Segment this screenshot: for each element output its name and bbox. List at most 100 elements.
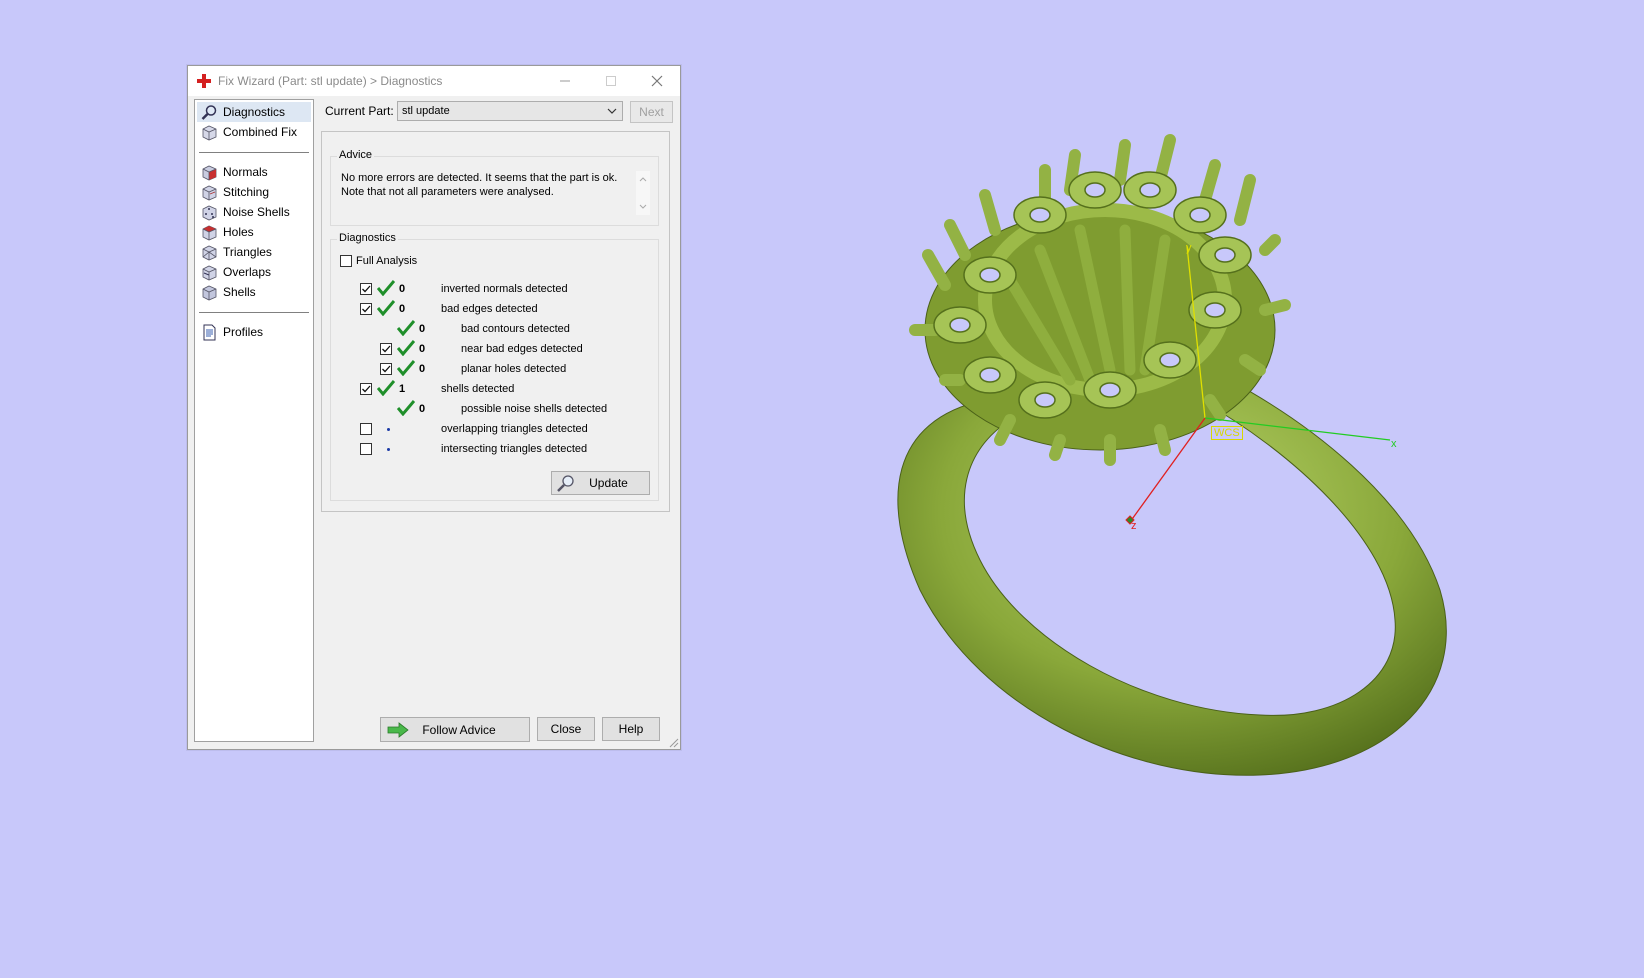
fix-wizard-dialog: Fix Wizard (Part: stl update) > Diagnost… xyxy=(187,65,681,750)
diagnostic-count: 0 xyxy=(419,343,426,355)
diagnostic-checkbox[interactable] xyxy=(360,303,372,315)
nav-item-shells[interactable]: Shells xyxy=(197,282,311,302)
diagnostic-label: possible noise shells detected xyxy=(461,403,608,415)
diagnostic-checkbox[interactable] xyxy=(380,363,392,375)
nav-label: Triangles xyxy=(223,245,272,259)
close-icon xyxy=(651,75,663,87)
nav-label: Stitching xyxy=(223,185,270,199)
nav-item-normals[interactable]: Normals xyxy=(197,162,311,182)
diagnostic-count: 1 xyxy=(399,383,406,395)
magnifier-icon xyxy=(201,104,217,120)
update-button[interactable]: Update xyxy=(551,471,650,495)
dotted-cube-icon xyxy=(202,205,217,220)
diagnostic-count: 0 xyxy=(399,303,406,315)
diagnostic-checkbox[interactable] xyxy=(380,343,392,355)
diagnostic-label: planar holes detected xyxy=(461,363,567,375)
ring-model xyxy=(897,134,1447,776)
green-check-icon xyxy=(397,320,415,336)
checkmark-icon xyxy=(382,365,391,373)
green-check-icon xyxy=(397,360,415,376)
green-check-icon xyxy=(397,400,415,416)
diagnostics-title: Diagnostics xyxy=(337,232,398,244)
nav-label: Normals xyxy=(223,165,268,179)
document-icon xyxy=(203,324,216,340)
next-button[interactable]: Next xyxy=(630,101,673,123)
pending-dot-icon xyxy=(387,448,390,451)
checkmark-icon xyxy=(382,345,391,353)
advice-group: Advice No more errors are detected. It s… xyxy=(330,149,659,226)
full-analysis-label: Full Analysis xyxy=(356,255,418,267)
wcs-label: WCS xyxy=(1211,426,1243,440)
advice-scrollbar[interactable] xyxy=(636,171,650,215)
3d-viewport[interactable] xyxy=(680,0,1644,978)
current-part-value: stl update xyxy=(402,105,450,117)
maximize-button[interactable] xyxy=(588,66,634,96)
diagnostic-checkbox[interactable] xyxy=(360,423,372,435)
advice-title: Advice xyxy=(337,149,375,161)
cube-hole-icon xyxy=(202,225,217,240)
nav-item-triangles[interactable]: Triangles xyxy=(197,242,311,262)
diagnostics-panel: Advice No more errors are detected. It s… xyxy=(321,131,670,512)
full-analysis-checkbox[interactable] xyxy=(340,255,352,267)
chevron-down-icon xyxy=(607,108,617,114)
green-check-icon xyxy=(377,300,395,316)
nav-item-noise-shells[interactable]: Noise Shells xyxy=(197,202,311,222)
diagnostic-count: 0 xyxy=(399,283,406,295)
green-check-icon xyxy=(377,280,395,296)
current-part-label: Current Part: xyxy=(325,104,394,118)
nav-item-profiles[interactable]: Profiles xyxy=(197,322,311,342)
nav-label: Diagnostics xyxy=(223,105,286,119)
checkmark-icon xyxy=(362,385,371,393)
cube-icon xyxy=(202,185,217,200)
green-check-icon xyxy=(397,340,415,356)
diagnostic-checkbox[interactable] xyxy=(360,443,372,455)
nav-label: Shells xyxy=(223,285,256,299)
current-part-select[interactable]: stl update xyxy=(397,101,623,121)
nav-label: Holes xyxy=(223,225,254,239)
green-check-icon xyxy=(377,380,395,396)
nav-item-diagnostics[interactable]: Diagnostics xyxy=(197,102,311,122)
title-bar[interactable]: Fix Wizard (Part: stl update) > Diagnost… xyxy=(188,66,680,96)
checkmark-icon xyxy=(362,305,371,313)
resize-grip-icon[interactable] xyxy=(667,736,679,748)
diagnostic-checkbox[interactable] xyxy=(360,383,372,395)
z-axis-label: z xyxy=(1131,520,1137,532)
diagnostic-count: 0 xyxy=(419,363,426,375)
diagnostic-label: shells detected xyxy=(441,383,515,395)
follow-advice-button[interactable]: Follow Advice xyxy=(380,717,530,742)
advice-line-1: No more errors are detected. It seems th… xyxy=(341,172,618,184)
nav-item-stitching[interactable]: Stitching xyxy=(197,182,311,202)
checkmark-icon xyxy=(362,285,371,293)
chevron-down-icon xyxy=(639,204,647,209)
nav-label: Combined Fix xyxy=(223,125,298,139)
nav-label: Noise Shells xyxy=(223,205,290,219)
update-label: Update xyxy=(589,476,628,490)
cube-red-face-icon xyxy=(202,165,217,180)
nav-item-overlaps[interactable]: Overlaps xyxy=(197,262,311,282)
follow-advice-label: Follow Advice xyxy=(422,722,496,737)
shell-cube-icon xyxy=(202,285,217,300)
nav-panel: Diagnostics Combined Fix Normals Stitchi… xyxy=(194,99,314,742)
diagnostic-label: inverted normals detected xyxy=(441,283,568,295)
window-title: Fix Wizard (Part: stl update) > Diagnost… xyxy=(218,74,443,88)
diagnostic-count: 0 xyxy=(419,403,426,415)
close-button[interactable]: Close xyxy=(537,717,595,741)
diagnostic-label: intersecting triangles detected xyxy=(441,443,588,455)
y-axis-label: y xyxy=(1186,242,1192,254)
dialog-body: Diagnostics Combined Fix Normals Stitchi… xyxy=(188,96,680,749)
minimize-button[interactable] xyxy=(542,66,588,96)
overlap-cube-icon xyxy=(202,265,217,280)
chevron-up-icon xyxy=(639,177,647,182)
diagnostics-group: Diagnostics Full Analysis 0 inverted nor… xyxy=(330,232,659,501)
close-window-button[interactable] xyxy=(634,66,680,96)
advice-text: No more errors are detected. It seems th… xyxy=(341,171,631,199)
red-cross-icon xyxy=(197,74,211,88)
nav-item-holes[interactable]: Holes xyxy=(197,222,311,242)
minimize-icon xyxy=(560,80,570,82)
green-arrow-icon xyxy=(387,722,409,738)
help-button[interactable]: Help xyxy=(602,717,660,741)
triangle-cube-icon xyxy=(202,245,217,260)
cube-icon xyxy=(202,125,217,140)
diagnostic-checkbox[interactable] xyxy=(360,283,372,295)
nav-item-combined-fix[interactable]: Combined Fix xyxy=(197,122,311,142)
